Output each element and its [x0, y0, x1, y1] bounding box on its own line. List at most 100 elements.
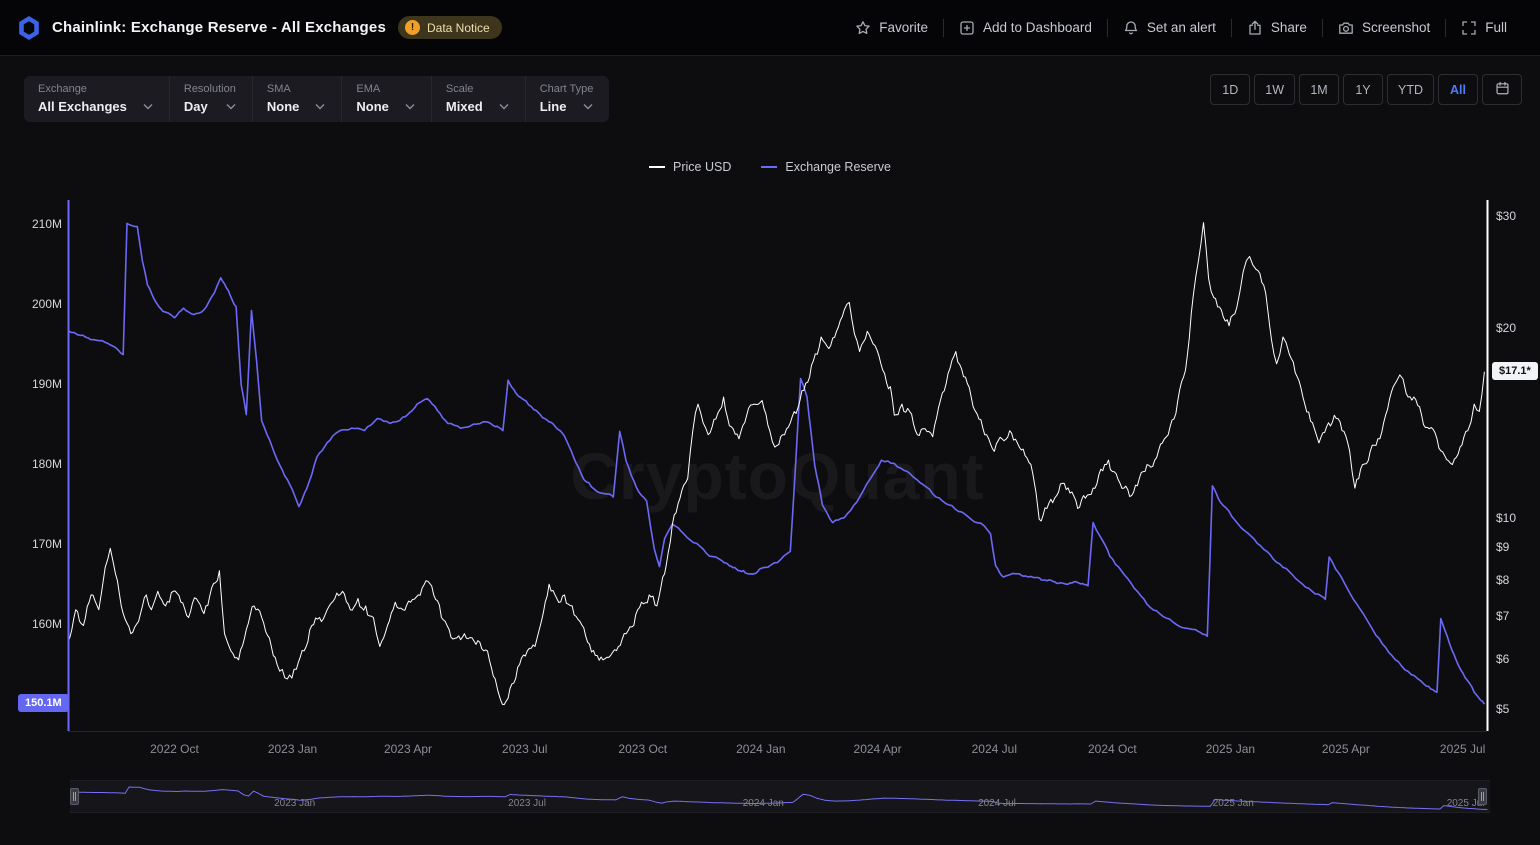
resolution-label: Resolution	[184, 83, 236, 95]
y-axis-right-tick: $10	[1496, 511, 1540, 525]
chart-controls-panel: Exchange All Exchanges Resolution Day SM…	[24, 76, 609, 122]
share-button[interactable]: Share	[1232, 20, 1322, 36]
y-axis-left-tick: 210M	[16, 217, 62, 231]
ema-label: EMA	[356, 83, 415, 95]
chevron-down-icon	[315, 103, 325, 110]
add-to-dashboard-button[interactable]: Add to Dashboard	[944, 20, 1107, 36]
x-axis-tick: 2024 Jul	[954, 742, 1034, 756]
navigator-left-handle[interactable]	[70, 788, 79, 805]
sma-value: None	[267, 99, 300, 114]
warning-icon: !	[405, 20, 420, 35]
date-range-calendar-button[interactable]	[1482, 74, 1522, 105]
favorite-label: Favorite	[879, 20, 928, 35]
x-axis-tick: 2023 Oct	[603, 742, 683, 756]
reserve-current-value-badge: 150.1M	[18, 694, 69, 712]
range-1d-button[interactable]: 1D	[1210, 74, 1250, 105]
chevron-down-icon	[499, 103, 509, 110]
fullscreen-label: Full	[1485, 20, 1507, 35]
exchange-value: All Exchanges	[38, 99, 127, 114]
chevron-down-icon	[583, 103, 593, 110]
x-axis-tick: 2024 Apr	[838, 742, 918, 756]
time-range-selector: 1D 1W 1M 1Y YTD All	[1210, 74, 1522, 105]
share-label: Share	[1271, 20, 1307, 35]
set-alert-label: Set an alert	[1147, 20, 1216, 35]
chart-navigator[interactable]	[70, 780, 1490, 813]
x-axis-tick: 2022 Oct	[134, 742, 214, 756]
chart-type-dropdown[interactable]: Chart Type Line	[525, 76, 610, 122]
legend-exchange-reserve[interactable]: Exchange Reserve	[761, 160, 891, 174]
favorite-button[interactable]: Favorite	[840, 20, 943, 36]
header-left: Chainlink: Exchange Reserve - All Exchan…	[18, 16, 502, 40]
camera-icon	[1338, 20, 1354, 36]
y-axis-left-tick: 190M	[16, 377, 62, 391]
add-dashboard-icon	[959, 20, 975, 36]
y-axis-right-tick: $7	[1496, 609, 1540, 623]
range-1w-button[interactable]: 1W	[1254, 74, 1295, 105]
star-icon	[855, 20, 871, 36]
y-axis-left-tick: 180M	[16, 457, 62, 471]
legend-exchange-reserve-label: Exchange Reserve	[785, 160, 891, 174]
range-1m-button[interactable]: 1M	[1299, 74, 1339, 105]
y-axis-left-tick: 160M	[16, 617, 62, 631]
ema-value: None	[356, 99, 389, 114]
app-root: Chainlink: Exchange Reserve - All Exchan…	[0, 0, 1540, 845]
legend-price-usd[interactable]: Price USD	[649, 160, 731, 174]
y-axis-right-tick: $9	[1496, 540, 1540, 554]
y-axis-right-tick: $5	[1496, 702, 1540, 716]
screenshot-button[interactable]: Screenshot	[1323, 20, 1445, 36]
price-current-value-badge: $17.1*	[1492, 362, 1538, 380]
exchange-label: Exchange	[38, 83, 153, 95]
share-icon	[1247, 20, 1263, 36]
chevron-down-icon	[226, 103, 236, 110]
range-ytd-button[interactable]: YTD	[1387, 74, 1434, 105]
header: Chainlink: Exchange Reserve - All Exchan…	[0, 0, 1540, 56]
page-title: Chainlink: Exchange Reserve - All Exchan…	[52, 19, 386, 36]
chart-plot-area[interactable]	[68, 200, 1487, 731]
y-axis-right-tick: $20	[1496, 321, 1540, 335]
x-axis-tick: 2025 Jul	[1423, 742, 1503, 756]
chart-type-label: Chart Type	[540, 83, 594, 95]
bell-icon	[1123, 20, 1139, 36]
scale-dropdown[interactable]: Scale Mixed	[431, 76, 525, 122]
range-1y-button[interactable]: 1Y	[1343, 74, 1383, 105]
screenshot-label: Screenshot	[1362, 20, 1430, 35]
data-notice-label: Data Notice	[427, 21, 490, 35]
sma-dropdown[interactable]: SMA None	[252, 76, 342, 122]
y-axis-right-tick: $8	[1496, 573, 1540, 587]
y-axis-right-tick: $30	[1496, 209, 1540, 223]
resolution-dropdown[interactable]: Resolution Day	[169, 76, 252, 122]
fullscreen-icon	[1461, 20, 1477, 36]
x-axis-tick: 2023 Jul	[485, 742, 565, 756]
add-to-dashboard-label: Add to Dashboard	[983, 20, 1092, 35]
ema-dropdown[interactable]: EMA None	[341, 76, 431, 122]
scale-value: Mixed	[446, 99, 483, 114]
chart-legend: Price USD Exchange Reserve	[0, 160, 1540, 174]
x-axis-tick: 2024 Jan	[721, 742, 801, 756]
exchange-reserve-swatch	[761, 166, 777, 168]
x-axis-tick: 2025 Jan	[1190, 742, 1270, 756]
calendar-icon	[1495, 81, 1510, 99]
header-actions: Favorite Add to Dashboard Set an alert	[840, 19, 1522, 37]
y-axis-left-tick: 170M	[16, 537, 62, 551]
price-usd-swatch	[649, 166, 665, 168]
navigator-right-handle[interactable]	[1478, 788, 1487, 805]
chainlink-logo-icon	[18, 16, 40, 40]
x-axis-tick: 2023 Apr	[368, 742, 448, 756]
range-all-button[interactable]: All	[1438, 74, 1478, 105]
y-axis-left-tick: 200M	[16, 297, 62, 311]
scale-label: Scale	[446, 83, 509, 95]
data-notice-badge[interactable]: ! Data Notice	[398, 16, 502, 39]
chart-type-value: Line	[540, 99, 567, 114]
chevron-down-icon	[143, 103, 153, 110]
exchange-dropdown[interactable]: Exchange All Exchanges	[24, 76, 169, 122]
sma-label: SMA	[267, 83, 326, 95]
resolution-value: Day	[184, 99, 208, 114]
chevron-down-icon	[405, 103, 415, 110]
set-alert-button[interactable]: Set an alert	[1108, 20, 1231, 36]
x-axis-tick: 2023 Jan	[253, 742, 333, 756]
x-axis-tick: 2024 Oct	[1072, 742, 1152, 756]
y-axis-right-tick: $6	[1496, 652, 1540, 666]
legend-price-usd-label: Price USD	[673, 160, 731, 174]
fullscreen-button[interactable]: Full	[1446, 20, 1522, 36]
x-axis-tick: 2025 Apr	[1306, 742, 1386, 756]
